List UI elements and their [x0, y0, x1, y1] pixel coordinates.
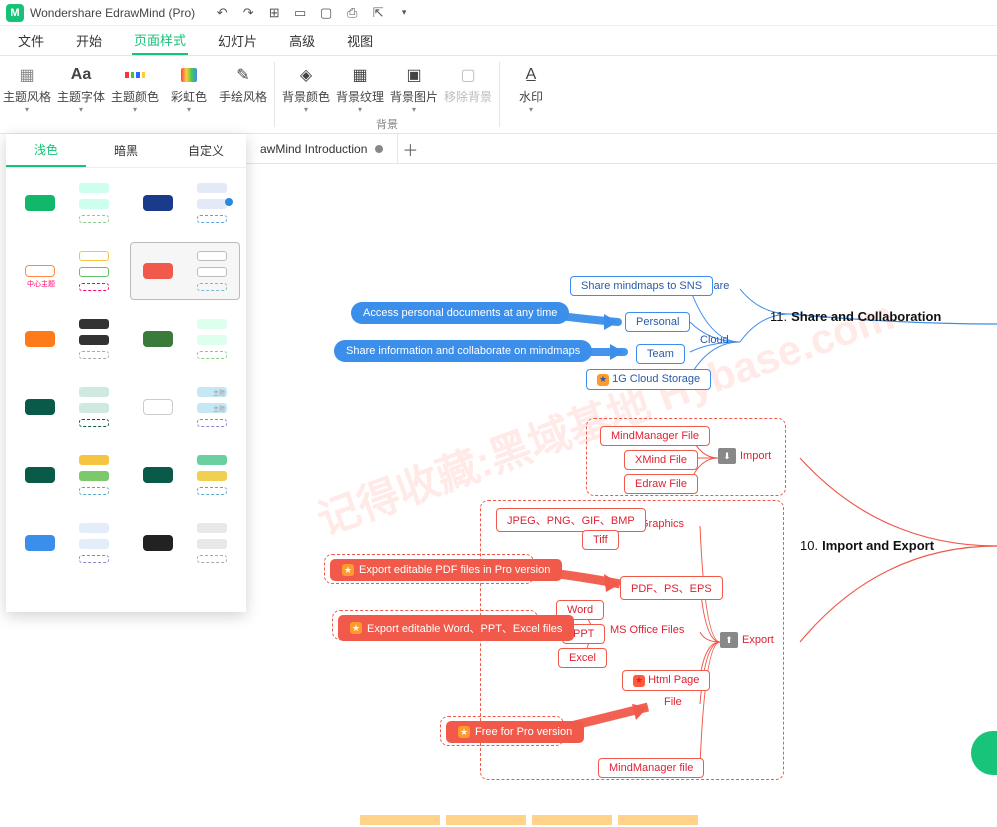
- redo-icon[interactable]: ↷: [239, 4, 257, 22]
- palette-icon: [124, 64, 146, 86]
- bucket-icon: ◈: [295, 64, 317, 86]
- theme-font-button[interactable]: Aa主题字体▾: [54, 60, 108, 114]
- theme-thumb-selected[interactable]: [130, 242, 240, 300]
- more-icon[interactable]: ▾: [395, 4, 413, 22]
- rainbow-button[interactable]: 彩虹色▾: [162, 60, 216, 114]
- star-icon: ★: [458, 726, 470, 738]
- menu-view[interactable]: 视图: [345, 27, 375, 54]
- star-icon: ★: [350, 622, 362, 634]
- node-mindmanager[interactable]: MindManager File: [600, 426, 710, 446]
- node-mmfile[interactable]: MindManager file: [598, 758, 704, 778]
- rainbow-icon: [178, 64, 200, 86]
- theme-thumb[interactable]: 中心主题: [12, 242, 122, 300]
- node-formats[interactable]: JPEG、PNG、GIF、BMP: [496, 508, 646, 532]
- star-icon: ★: [597, 374, 609, 386]
- node-excel[interactable]: Excel: [558, 648, 607, 668]
- bg-group-label: 背景: [279, 116, 495, 132]
- unsaved-dot-icon: [375, 145, 383, 153]
- export-icon[interactable]: ⇱: [369, 4, 387, 22]
- theme-thumb[interactable]: [130, 310, 240, 368]
- tip-file: ★Free for Pro version: [446, 721, 584, 743]
- theme-thumb[interactable]: [130, 446, 240, 504]
- handdrawn-button[interactable]: ✎手绘风格: [216, 60, 270, 114]
- bg-texture-button[interactable]: ▦背景纹理▾: [333, 60, 387, 114]
- floating-action[interactable]: [971, 731, 997, 775]
- star-icon: ★: [633, 675, 645, 687]
- save-icon[interactable]: ▢: [317, 4, 335, 22]
- ribbon: ▦主题风格▾ Aa主题字体▾ 主题颜色▾ 彩虹色▾ ✎手绘风格 ◈背景颜色▾ ▦…: [0, 56, 997, 134]
- tip-team: Share information and collaborate on min…: [334, 340, 592, 362]
- node-team[interactable]: Team: [636, 344, 685, 364]
- star-icon: ★: [342, 564, 354, 576]
- titlebar: M Wondershare EdrawMind (Pro) ↶ ↷ ⊞ ▭ ▢ …: [0, 0, 997, 26]
- node-sns[interactable]: Share mindmaps to SNS: [570, 276, 713, 296]
- new-icon[interactable]: ⊞: [265, 4, 283, 22]
- theme-thumb[interactable]: [130, 514, 240, 572]
- brush-icon: ✎: [232, 64, 254, 86]
- app-logo: M: [6, 4, 24, 22]
- texture-icon: ▦: [349, 64, 371, 86]
- node-office[interactable]: MS Office Files: [610, 624, 684, 636]
- doc-tab-label: awMind Introduction: [260, 142, 367, 156]
- theme-thumb[interactable]: [12, 174, 122, 232]
- node-tiff[interactable]: Tiff: [582, 530, 619, 550]
- open-icon[interactable]: ▭: [291, 4, 309, 22]
- print-icon[interactable]: ⎙: [343, 4, 361, 22]
- node-export[interactable]: Export: [742, 634, 774, 646]
- menu-start[interactable]: 开始: [74, 27, 104, 54]
- menu-advanced[interactable]: 高级: [287, 27, 317, 54]
- app-title: Wondershare EdrawMind (Pro): [30, 6, 195, 20]
- node-xmind[interactable]: XMind File: [624, 450, 698, 470]
- node-edraw[interactable]: Edraw File: [624, 474, 698, 494]
- menu-file[interactable]: 文件: [16, 27, 46, 54]
- theme-thumb[interactable]: [12, 446, 122, 504]
- gallery-tab-light[interactable]: 浅色: [6, 134, 86, 167]
- image-icon: ▣: [403, 64, 425, 86]
- remove-bg-button[interactable]: ▢移除背景: [441, 60, 495, 114]
- theme-thumb[interactable]: [130, 174, 240, 232]
- font-icon: Aa: [70, 64, 92, 86]
- tip-office: ★Export editable Word、PPT、Excel files: [338, 615, 574, 641]
- theme-thumb[interactable]: [12, 514, 122, 572]
- theme-thumb[interactable]: [12, 310, 122, 368]
- document-tabs: awMind Introduction ＋: [246, 134, 997, 164]
- remove-icon: ▢: [457, 64, 479, 86]
- tip-pdf: ★Export editable PDF files in Pro versio…: [330, 559, 562, 581]
- gallery-tabs: 浅色 暗黑 自定义: [6, 134, 246, 168]
- bottom-highlight: [360, 815, 698, 825]
- node-graphics[interactable]: Graphics: [640, 518, 684, 530]
- node-import[interactable]: Import: [740, 450, 771, 462]
- node-cloud[interactable]: Cloud: [700, 334, 729, 346]
- theme-thumb[interactable]: [12, 378, 122, 436]
- theme-thumb[interactable]: 主题主题: [130, 378, 240, 436]
- watermark-icon: A̲: [520, 64, 542, 86]
- gallery-scroll[interactable]: 中心主题 主题主题: [6, 168, 246, 612]
- node-personal[interactable]: Personal: [625, 312, 690, 332]
- tip-personal: Access personal documents at any time: [351, 302, 569, 324]
- add-tab-button[interactable]: ＋: [398, 137, 422, 161]
- node-file[interactable]: File: [664, 696, 682, 708]
- node-html[interactable]: ★ Html Page: [622, 670, 710, 691]
- folder-export-icon: ⬆: [720, 632, 738, 648]
- theme-style-button[interactable]: ▦主题风格▾: [0, 60, 54, 114]
- grid-icon: ▦: [16, 64, 38, 86]
- undo-icon[interactable]: ↶: [213, 4, 231, 22]
- folder-import-icon: ⬇: [718, 448, 736, 464]
- menu-slides[interactable]: 幻灯片: [216, 27, 259, 54]
- doc-tab[interactable]: awMind Introduction: [246, 134, 398, 163]
- menu-bar: 文件 开始 页面样式 幻灯片 高级 视图: [0, 26, 997, 56]
- branch-share-collab: 11.Share and Collaboration: [770, 309, 941, 324]
- gallery-tab-dark[interactable]: 暗黑: [86, 134, 166, 167]
- bg-color-button[interactable]: ◈背景颜色▾: [279, 60, 333, 114]
- gallery-tab-custom[interactable]: 自定义: [166, 134, 246, 167]
- node-pdf[interactable]: PDF、PS、EPS: [620, 576, 723, 600]
- theme-color-button[interactable]: 主题颜色▾: [108, 60, 162, 114]
- node-storage[interactable]: ★ 1G Cloud Storage: [586, 369, 711, 390]
- theme-gallery: 浅色 暗黑 自定义 中心主题 主题主题: [6, 134, 246, 612]
- bg-image-button[interactable]: ▣背景图片▾: [387, 60, 441, 114]
- menu-page-style[interactable]: 页面样式: [132, 26, 188, 55]
- branch-import-export: 10.Import and Export: [800, 538, 934, 553]
- watermark-button[interactable]: A̲水印▾: [504, 60, 558, 114]
